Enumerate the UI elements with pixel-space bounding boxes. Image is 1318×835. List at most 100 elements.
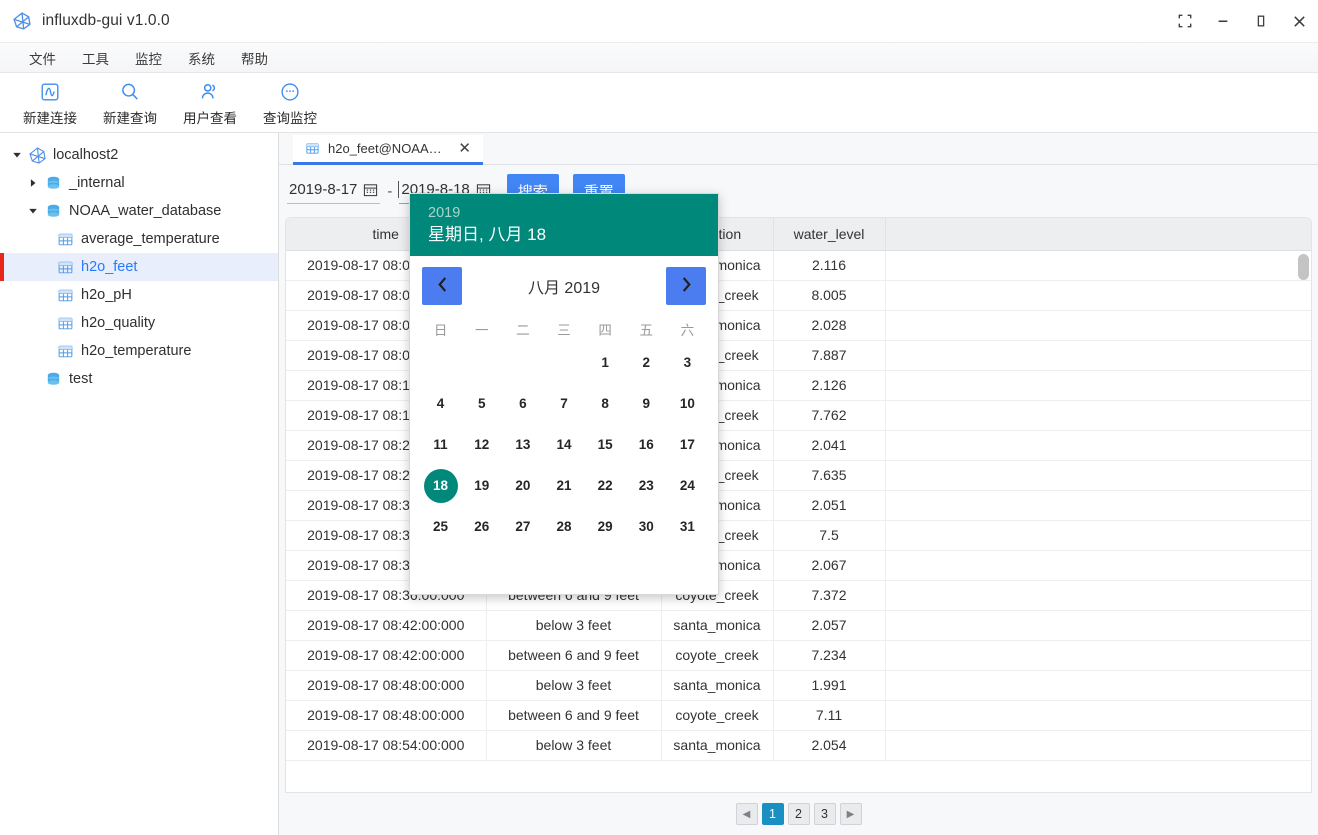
cell-water-level[interactable]: 2.028 (773, 310, 886, 341)
cell-water-level[interactable]: 2.116 (773, 250, 886, 281)
calendar-day-21[interactable]: 21 (543, 465, 584, 506)
cell-time[interactable]: 2019-08-17 08:48:00:000 (286, 700, 487, 731)
cell-level-description[interactable]: between 6 and 9 feet (486, 640, 662, 671)
cell-water-level[interactable]: 1.991 (773, 670, 886, 701)
cell-blank[interactable] (885, 700, 1311, 731)
new-connection-button[interactable]: 新建连接 (10, 75, 90, 131)
table-row[interactable]: 2019-08-17 08:48:00:000 between 6 and 9 f… (286, 700, 1311, 731)
cell-water-level[interactable]: 7.635 (773, 460, 886, 491)
cell-water-level[interactable]: 7.372 (773, 580, 886, 611)
menu-item-tools[interactable]: 工具 (71, 45, 120, 71)
next-month-button[interactable] (666, 267, 706, 305)
cell-blank[interactable] (885, 280, 1311, 311)
sidebar-item-h2o-ph[interactable]: h2o_pH (0, 281, 278, 309)
start-date-field[interactable]: 2019-8-17 (287, 179, 381, 204)
cell-water-level[interactable]: 8.005 (773, 280, 886, 311)
date-picker-popup[interactable]: 2019 星期日, 八月 18 八月 2019 日 一 二 三 四 五 六 1 … (409, 193, 719, 595)
cell-level-description[interactable]: below 3 feet (486, 610, 662, 641)
menu-item-monitor[interactable]: 监控 (124, 45, 173, 71)
cell-blank[interactable] (885, 520, 1311, 551)
sidebar-item-test[interactable]: test (0, 365, 278, 393)
cell-blank[interactable] (885, 400, 1311, 431)
calendar-day-2[interactable]: 2 (626, 342, 667, 383)
cell-blank[interactable] (885, 550, 1311, 581)
table-row[interactable]: 2019-08-17 08:42:00:000 between 6 and 9 f… (286, 640, 1311, 671)
cell-blank[interactable] (885, 490, 1311, 521)
calendar-day-29[interactable]: 29 (585, 506, 626, 547)
cell-blank[interactable] (885, 460, 1311, 491)
sidebar-item-average-temperature[interactable]: average_temperature (0, 225, 278, 253)
cell-blank[interactable] (885, 370, 1311, 401)
sidebar-item-noaa-water-database[interactable]: NOAA_water_database (0, 197, 278, 225)
calendar-day-4[interactable]: 4 (420, 383, 461, 424)
chevron-right-icon[interactable] (24, 178, 42, 188)
cell-water-level[interactable]: 7.5 (773, 520, 886, 551)
fullscreen-button[interactable] (1166, 0, 1204, 42)
pagination-next-button[interactable]: ▶ (839, 803, 862, 825)
scrollbar-thumb[interactable] (1298, 254, 1309, 280)
calendar-day-26[interactable]: 26 (461, 506, 502, 547)
calendar-day-9[interactable]: 9 (626, 383, 667, 424)
column-header-water-level[interactable]: water_level (773, 218, 886, 251)
calendar-day-7[interactable]: 7 (543, 383, 584, 424)
table-vertical-scrollbar[interactable] (1298, 254, 1309, 714)
cell-level-description[interactable]: between 6 and 9 feet (486, 700, 662, 731)
cell-water-level[interactable]: 2.051 (773, 490, 886, 521)
sidebar-item-h2o-quality[interactable]: h2o_quality (0, 309, 278, 337)
cell-location[interactable]: coyote_creek (661, 700, 774, 731)
cell-time[interactable]: 2019-08-17 08:54:00:000 (286, 730, 487, 761)
calendar-day-15[interactable]: 15 (585, 424, 626, 465)
cell-water-level[interactable]: 2.067 (773, 550, 886, 581)
close-button[interactable] (1280, 0, 1318, 42)
chevron-down-icon[interactable] (24, 206, 42, 216)
cell-blank[interactable] (885, 310, 1311, 341)
calendar-day-27[interactable]: 27 (502, 506, 543, 547)
cell-water-level[interactable]: 7.11 (773, 700, 886, 731)
table-row[interactable]: 2019-08-17 08:54:00:000 below 3 feet santa… (286, 730, 1311, 761)
sidebar-item-h2o-feet[interactable]: h2o_feet (0, 253, 278, 281)
calendar-day-13[interactable]: 13 (502, 424, 543, 465)
calendar-icon[interactable] (363, 182, 378, 197)
calendar-day-10[interactable]: 10 (667, 383, 708, 424)
menu-item-system[interactable]: 系统 (177, 45, 226, 71)
table-row[interactable]: 2019-08-17 08:48:00:000 below 3 feet santa… (286, 670, 1311, 701)
user-view-button[interactable]: 用户查看 (170, 75, 250, 131)
minimize-button[interactable] (1204, 0, 1242, 42)
cell-water-level[interactable]: 2.126 (773, 370, 886, 401)
cell-water-level[interactable]: 7.762 (773, 400, 886, 431)
calendar-day-16[interactable]: 16 (626, 424, 667, 465)
calendar-day-6[interactable]: 6 (502, 383, 543, 424)
calendar-day-18[interactable]: 18 (420, 465, 461, 506)
cell-time[interactable]: 2019-08-17 08:48:00:000 (286, 670, 487, 701)
calendar-day-3[interactable]: 3 (667, 342, 708, 383)
cell-location[interactable]: coyote_creek (661, 640, 774, 671)
cell-blank[interactable] (885, 730, 1311, 761)
cell-location[interactable]: santa_monica (661, 610, 774, 641)
tab-h2o-feet[interactable]: h2o_feet@NOAA_w... ✕ (293, 135, 483, 165)
calendar-day-5[interactable]: 5 (461, 383, 502, 424)
pagination-prev-button[interactable]: ◀ (735, 803, 758, 825)
cell-blank[interactable] (885, 580, 1311, 611)
calendar-day-24[interactable]: 24 (667, 465, 708, 506)
cell-water-level[interactable]: 2.054 (773, 730, 886, 761)
sidebar-item-h2o-temperature[interactable]: h2o_temperature (0, 337, 278, 365)
maximize-button[interactable] (1242, 0, 1280, 42)
calendar-day-22[interactable]: 22 (585, 465, 626, 506)
menu-item-help[interactable]: 帮助 (230, 45, 279, 71)
pagination-page-3[interactable]: 3 (813, 803, 836, 825)
calendar-day-31[interactable]: 31 (667, 506, 708, 547)
cell-time[interactable]: 2019-08-17 08:42:00:000 (286, 640, 487, 671)
calendar-day-11[interactable]: 11 (420, 424, 461, 465)
close-icon[interactable]: ✕ (456, 141, 473, 156)
cell-blank[interactable] (885, 250, 1311, 281)
cell-blank[interactable] (885, 640, 1311, 671)
query-monitor-button[interactable]: 查询监控 (250, 75, 330, 131)
calendar-day-14[interactable]: 14 (543, 424, 584, 465)
calendar-day-23[interactable]: 23 (626, 465, 667, 506)
cell-level-description[interactable]: below 3 feet (486, 730, 662, 761)
prev-month-button[interactable] (422, 267, 462, 305)
cell-water-level[interactable]: 2.057 (773, 610, 886, 641)
chevron-down-icon[interactable] (8, 150, 26, 160)
calendar-day-1[interactable]: 1 (585, 342, 626, 383)
calendar-day-20[interactable]: 20 (502, 465, 543, 506)
